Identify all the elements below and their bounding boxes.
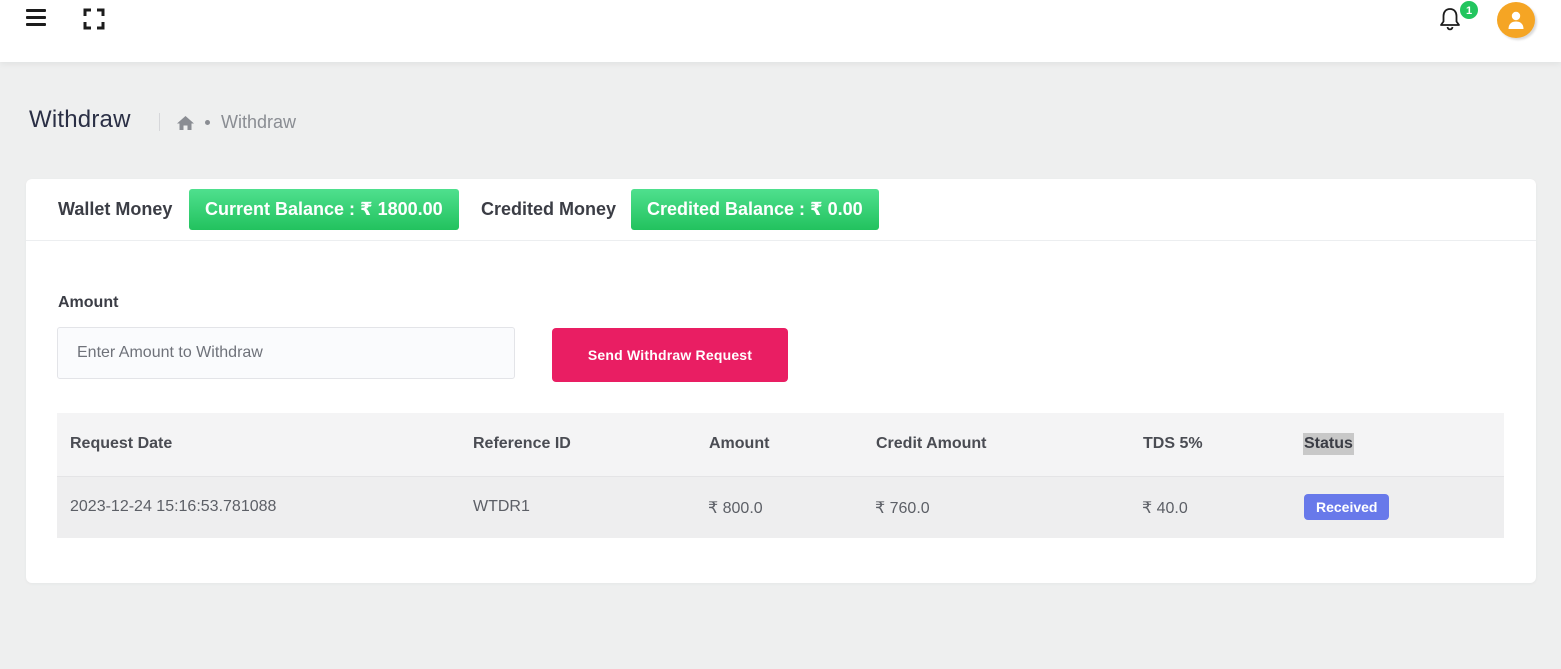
wallet-money-label: Wallet Money: [58, 199, 173, 219]
credited-money-label: Credited Money: [481, 199, 617, 219]
amount-label: Amount: [58, 294, 119, 311]
cell-reference-id: WTDR1: [473, 498, 530, 515]
current-balance-badge: Current Balance : ₹ 1800.00: [189, 189, 459, 230]
notification-count-badge: 1: [1459, 0, 1479, 20]
column-header-amount[interactable]: Amount: [709, 435, 769, 453]
top-navbar: 1: [0, 0, 1561, 62]
breadcrumb-divider: [159, 113, 160, 131]
amount-input[interactable]: [57, 327, 515, 379]
cell-request-date: 2023-12-24 15:16:53.781088: [70, 498, 277, 515]
user-avatar-icon[interactable]: [1497, 2, 1535, 38]
hamburger-menu-icon[interactable]: [26, 9, 48, 29]
cell-tds: ₹ 40.0: [1142, 500, 1188, 517]
column-header-credit-amount[interactable]: Credit Amount: [876, 435, 987, 453]
withdraw-history-table: Request Date Reference ID Amount Credit …: [57, 413, 1504, 538]
status-badge: Received: [1304, 494, 1390, 520]
fullscreen-icon[interactable]: [83, 8, 105, 30]
column-header-reference-id[interactable]: Reference ID: [473, 435, 571, 453]
table-row: 2023-12-24 15:16:53.781088 WTDR1 ₹ 800.0…: [57, 476, 1504, 538]
home-icon[interactable]: [176, 115, 195, 131]
breadcrumb-current: Withdraw: [221, 112, 297, 132]
table-header-row: Request Date Reference ID Amount Credit …: [57, 413, 1504, 476]
cell-amount: ₹ 800.0: [708, 500, 763, 517]
column-header-status[interactable]: Status: [1303, 433, 1354, 455]
cell-credit-amount: ₹ 760.0: [875, 500, 930, 517]
page-title: Withdraw: [29, 106, 131, 133]
send-withdraw-request-button[interactable]: Send Withdraw Request: [552, 328, 788, 382]
column-header-request-date[interactable]: Request Date: [70, 435, 172, 453]
credited-balance-badge: Credited Balance : ₹ 0.00: [631, 189, 879, 230]
breadcrumb-separator-icon: [205, 120, 210, 125]
wallet-summary: Wallet Money Current Balance : ₹ 1800.00…: [26, 179, 1536, 241]
breadcrumb: Withdraw: [176, 112, 296, 133]
column-header-tds[interactable]: TDS 5%: [1143, 435, 1203, 453]
withdraw-card: Wallet Money Current Balance : ₹ 1800.00…: [26, 179, 1536, 583]
